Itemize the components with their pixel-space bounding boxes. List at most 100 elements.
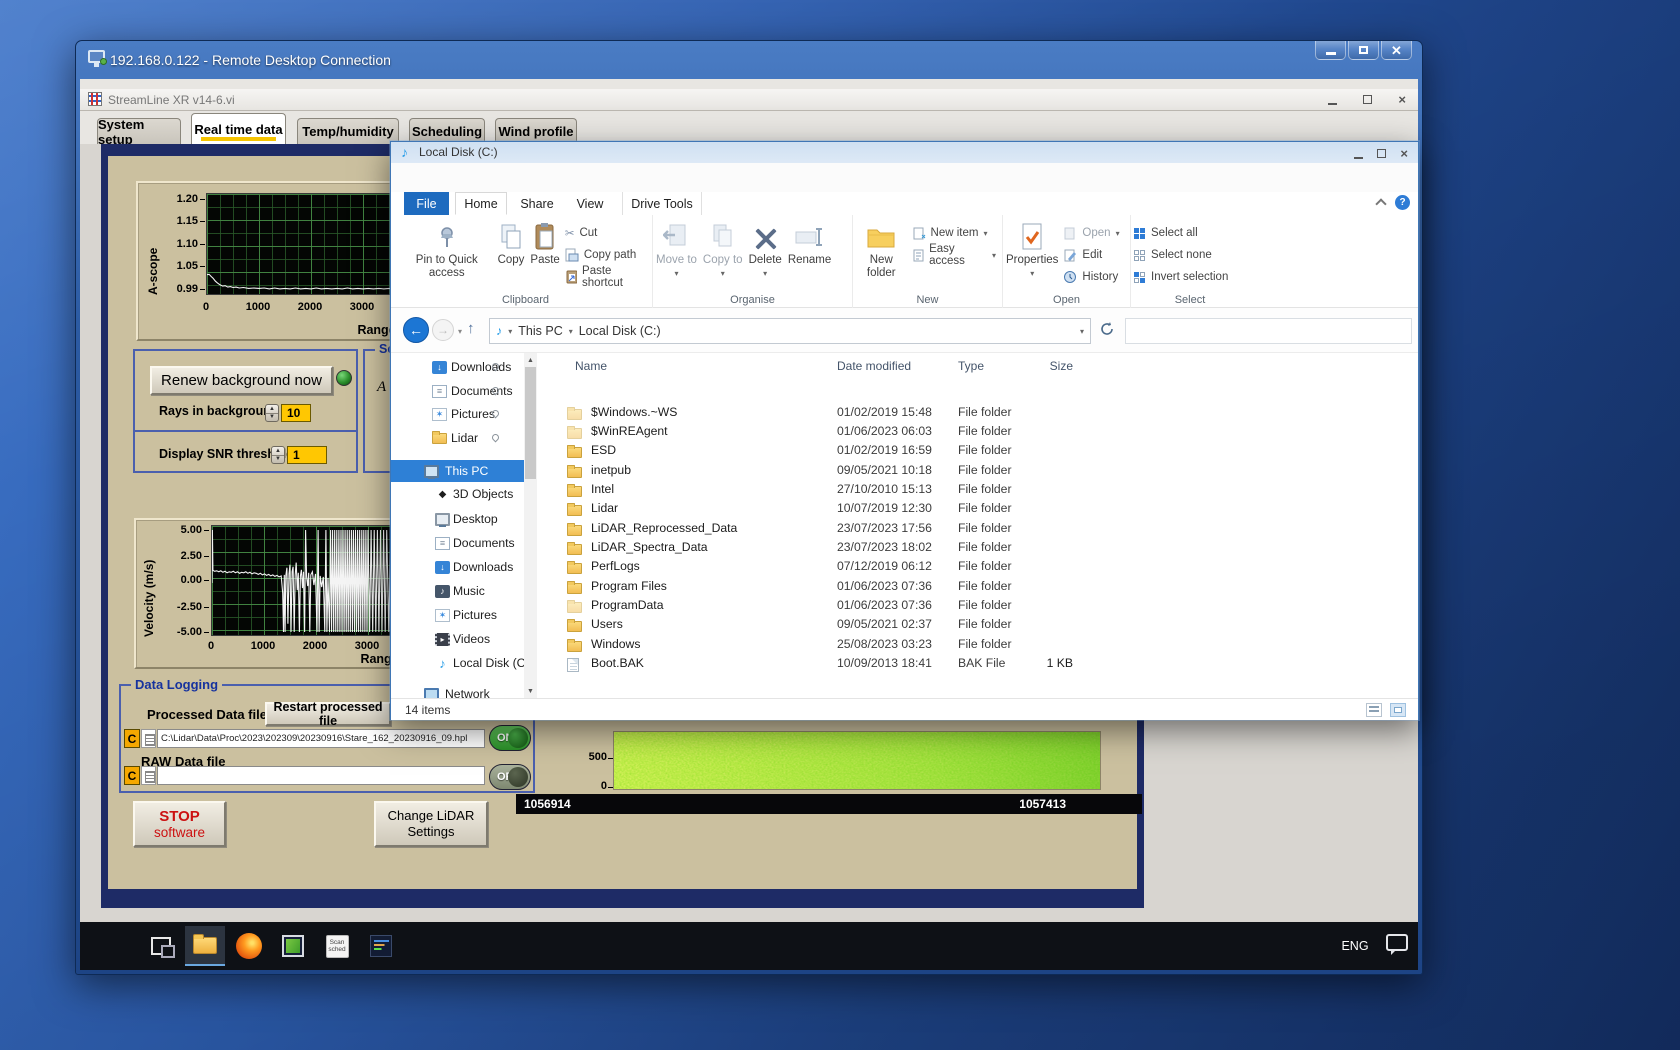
table-row--windows-ws[interactable]: $Windows.~WS01/02/2019 15:48File folder <box>541 405 1418 424</box>
large-icons-view-icon[interactable] <box>1390 703 1406 717</box>
paste-shortcut-button[interactable]: Paste shortcut <box>563 266 652 288</box>
new-folder-button[interactable]: New folder <box>853 218 910 289</box>
crumb-separator-icon[interactable]: ▾ <box>508 327 512 336</box>
raw-path-icon[interactable] <box>141 766 156 785</box>
select-all-button[interactable]: Select all <box>1131 222 1234 244</box>
table-row-lidar[interactable]: Lidar10/07/2019 12:30File folder <box>541 501 1418 520</box>
snr-value-field[interactable]: 1 <box>287 446 327 464</box>
copy-to-button[interactable]: Copy to▾ <box>700 218 746 289</box>
column-header-name[interactable]: Name <box>575 359 607 373</box>
rename-button[interactable]: Rename <box>785 218 834 289</box>
breadcrumb-this-pc[interactable]: This PC <box>518 324 562 338</box>
raw-logging-toggle[interactable]: OFF <box>489 764 531 790</box>
cut-button[interactable]: ✂Cut <box>563 222 652 244</box>
sidebar-scrollbar[interactable]: ▲ ▼ <box>524 353 537 698</box>
sidebar-item-documents[interactable]: ≡Documents <box>391 532 524 554</box>
sidebar-item-lidar[interactable]: Lidar <box>391 427 524 449</box>
sidebar-item-documents[interactable]: ≡Documents <box>391 380 524 402</box>
restart-processed-button[interactable]: Restart processed file <box>265 702 391 726</box>
raw-drive-box[interactable]: C <box>124 766 140 785</box>
vi-tab-real-time-data[interactable]: Real time data <box>191 113 286 144</box>
easy-access-button[interactable]: Easy access▾ <box>910 244 1002 266</box>
table-row-lidar-spectra-data[interactable]: LiDAR_Spectra_Data23/07/2023 18:02File f… <box>541 540 1418 559</box>
table-row-inetpub[interactable]: inetpub09/05/2021 10:18File folder <box>541 463 1418 482</box>
open-button[interactable]: Open▾ <box>1061 222 1125 244</box>
firefox-taskbar-icon[interactable] <box>229 926 269 966</box>
explorer-maximize-icon[interactable] <box>1377 149 1386 158</box>
scrollbar-thumb[interactable] <box>525 367 536 479</box>
app-window-taskbar-icon[interactable] <box>273 926 313 966</box>
properties-button[interactable]: Properties▾ <box>1003 218 1061 289</box>
stop-software-button[interactable]: STOP software <box>133 801 226 847</box>
copy-button[interactable]: Copy <box>495 218 528 289</box>
vi-minimize-icon[interactable] <box>1328 103 1337 105</box>
action-center-icon[interactable] <box>1386 934 1408 951</box>
rays-value-field[interactable]: 10 <box>281 404 311 422</box>
back-button[interactable]: ← <box>403 317 429 343</box>
sidebar-item-pictures[interactable]: ✶Pictures <box>391 403 524 425</box>
scroll-up-icon[interactable]: ▲ <box>524 353 537 367</box>
table-row--winreagent[interactable]: $WinREAgent01/06/2023 06:03File folder <box>541 424 1418 443</box>
sidebar-item-pictures[interactable]: ✶Pictures <box>391 604 524 626</box>
table-row-lidar-reprocessed-data[interactable]: LiDAR_Reprocessed_Data23/07/2023 17:56Fi… <box>541 521 1418 540</box>
change-lidar-settings-button[interactable]: Change LiDAR Settings <box>374 801 488 847</box>
explorer-minimize-icon[interactable] <box>1354 157 1363 159</box>
rdp-maximize-button[interactable] <box>1348 41 1379 60</box>
forward-button[interactable]: → <box>432 319 454 341</box>
table-row-users[interactable]: Users09/05/2021 02:37File folder <box>541 617 1418 636</box>
streamline-titlebar[interactable]: StreamLine XR v14-6.vi × <box>80 89 1418 111</box>
table-row-boot-bak[interactable]: Boot.BAK10/09/2013 18:41BAK File1 KB <box>541 656 1418 675</box>
collapse-ribbon-icon[interactable] <box>1375 198 1386 209</box>
vi-tab-temp-humidity[interactable]: Temp/humidity <box>297 118 399 144</box>
refresh-icon[interactable] <box>1099 321 1115 342</box>
sidebar-item-3d-objects[interactable]: ◆3D Objects <box>391 483 524 505</box>
rdp-minimize-button[interactable] <box>1315 41 1346 60</box>
help-icon[interactable]: ? <box>1395 195 1410 210</box>
rays-spinner[interactable]: ▲▼ <box>265 404 279 422</box>
explorer-close-icon[interactable]: × <box>1400 147 1408 160</box>
file-explorer-taskbar-icon[interactable] <box>185 926 225 966</box>
crumb-separator-icon[interactable]: ▾ <box>569 327 573 336</box>
processed-logging-toggle[interactable]: ON <box>489 725 531 751</box>
column-header-type[interactable]: Type <box>958 359 984 373</box>
table-row-programdata[interactable]: ProgramData01/06/2023 07:36File folder <box>541 598 1418 617</box>
sidebar-item-desktop[interactable]: Desktop <box>391 508 524 530</box>
address-bar[interactable]: ♪ ▾ This PC ▾ Local Disk (C:) ▾ <box>489 318 1091 344</box>
table-row-intel[interactable]: Intel27/10/2010 15:13File folder <box>541 482 1418 501</box>
sidebar-item-this-pc[interactable]: This PC <box>391 460 524 482</box>
tab-drive-tools[interactable]: Drive Tools <box>622 192 702 215</box>
task-view-icon[interactable] <box>141 926 181 966</box>
copy-path-button[interactable]: Copy path <box>563 244 652 266</box>
vi-maximize-icon[interactable] <box>1363 95 1372 104</box>
history-dropdown-icon[interactable]: ▾ <box>458 327 462 336</box>
edit-button[interactable]: Edit <box>1061 244 1125 266</box>
scan-scheduler-taskbar-icon[interactable]: Scansched <box>317 926 357 966</box>
renew-background-button[interactable]: Renew background now <box>150 366 333 395</box>
history-button[interactable]: History <box>1061 266 1125 288</box>
tab-file[interactable]: File <box>404 192 449 215</box>
new-item-button[interactable]: New item▾ <box>910 222 1002 244</box>
column-header-date[interactable]: Date modified <box>837 359 911 373</box>
up-button[interactable]: ↑ <box>467 320 475 337</box>
table-row-windows[interactable]: Windows25/08/2023 03:23File folder <box>541 637 1418 656</box>
sidebar-item-downloads[interactable]: ↓Downloads <box>391 356 524 378</box>
breadcrumb-local-disk[interactable]: Local Disk (C:) <box>579 324 661 338</box>
rdp-titlebar[interactable]: 192.168.0.122 - Remote Desktop Connectio… <box>76 41 1422 79</box>
pin-to-quick-access-button[interactable]: Pin to Quick access <box>399 218 495 289</box>
explorer-titlebar[interactable]: ♪ Local Disk (C:) × <box>391 142 1418 163</box>
sidebar-item-network[interactable]: Network <box>391 683 524 698</box>
tab-view[interactable]: View <box>566 192 614 215</box>
processed-path-icon[interactable] <box>141 729 156 748</box>
processed-path-field[interactable]: C:\Lidar\Data\Proc\2023\202309\20230916\… <box>157 729 485 748</box>
search-input[interactable] <box>1125 318 1412 344</box>
address-dropdown-icon[interactable]: ▾ <box>1080 327 1084 336</box>
tab-home[interactable]: Home <box>455 192 507 215</box>
paste-button[interactable]: Paste <box>527 218 562 289</box>
select-none-button[interactable]: Select none <box>1131 244 1234 266</box>
rdp-close-button[interactable]: ✕ <box>1381 41 1412 60</box>
sidebar-item-downloads[interactable]: ↓Downloads <box>391 556 524 578</box>
snr-spinner[interactable]: ▲▼ <box>271 446 285 464</box>
processed-drive-box[interactable]: C <box>124 729 140 748</box>
sidebar-item-videos[interactable]: ▸Videos <box>391 628 524 650</box>
console-taskbar-icon[interactable] <box>361 926 401 966</box>
